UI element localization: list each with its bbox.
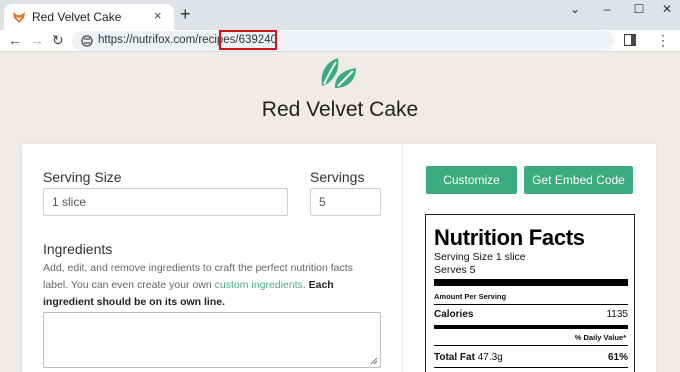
nf-calories-label: Calories [434,309,474,320]
nf-serving-size: Serving Size 1 slice [434,251,526,263]
nf-calories-value: 1135 [606,309,628,320]
tab-close-icon[interactable]: × [154,8,162,23]
reload-icon[interactable]: ↻ [52,32,64,48]
minimize-button[interactable]: – [592,0,622,22]
get-embed-code-button[interactable]: Get Embed Code [524,166,633,194]
ingredients-textarea[interactable] [43,312,381,368]
nf-rule [434,345,628,346]
servings-input[interactable]: 5 [310,188,381,216]
nf-total-fat-label: Total Fat [434,352,475,363]
address-bar[interactable]: https://nutrifox.com/recipes/639240 [72,31,614,51]
maximize-button[interactable]: ☐ [624,0,654,22]
nf-rule [434,304,628,305]
tab-search-icon[interactable]: ⌄ [560,0,590,22]
customize-button[interactable]: Customize [426,166,517,194]
card-divider [402,144,403,372]
nf-thick-rule [434,279,628,286]
url-id-highlight-box [219,30,277,50]
url-base: https://nutrifox.com/recipes/ [98,34,239,46]
nf-calories-row: Calories 1135 [434,309,628,320]
ingredients-label: Ingredients [43,241,113,257]
new-tab-button[interactable]: + [180,4,191,24]
leaf-logo-icon [321,58,356,88]
nf-total-fat-amount: 47.3g [477,352,503,363]
tab-strip: Red Velvet Cake × + ⌄ – ☐ ✕ [0,0,680,30]
nf-total-fat-dv: 61% [607,352,628,363]
serving-size-label: Serving Size [43,169,122,185]
nutrition-facts-title: Nutrition Facts [434,225,585,250]
back-icon[interactable]: ← [8,32,22,48]
servings-label: Servings [310,169,365,185]
site-info-icon[interactable] [80,34,94,48]
forward-icon[interactable]: → [30,32,44,48]
browser-toolbar: ← → ↻ https://nutrifox.com/recipes/63924… [0,30,680,52]
nf-amount-per-serving: Amount Per Serving [434,292,507,301]
nf-rule [434,367,628,368]
close-window-button[interactable]: ✕ [652,0,680,22]
side-panel-icon[interactable] [624,34,636,46]
browser-tab[interactable]: Red Velvet Cake × [4,4,174,30]
nf-mid-rule [434,325,628,329]
help-line-2-prefix: You can even create your own [70,279,215,291]
nutrition-facts-label: Nutrition Facts Serving Size 1 slice Ser… [425,214,635,372]
nf-serves: Serves 5 [434,264,476,276]
tab-title: Red Velvet Cake [32,10,122,24]
custom-ingredients-link[interactable]: custom ingredients [215,279,303,291]
resize-grip-icon[interactable] [370,357,378,365]
page-title: Red Velvet Cake [261,98,419,121]
nf-total-fat-row: Total Fat 47.3g 61% [434,352,628,363]
nf-daily-value-header: % Daily Value* [574,333,626,342]
fox-favicon-icon [13,12,25,23]
ingredients-help-text: Add, edit, and remove ingredients to cra… [43,260,373,311]
menu-icon[interactable]: ⋮ [656,32,670,49]
serving-size-input[interactable]: 1 slice [43,188,288,216]
